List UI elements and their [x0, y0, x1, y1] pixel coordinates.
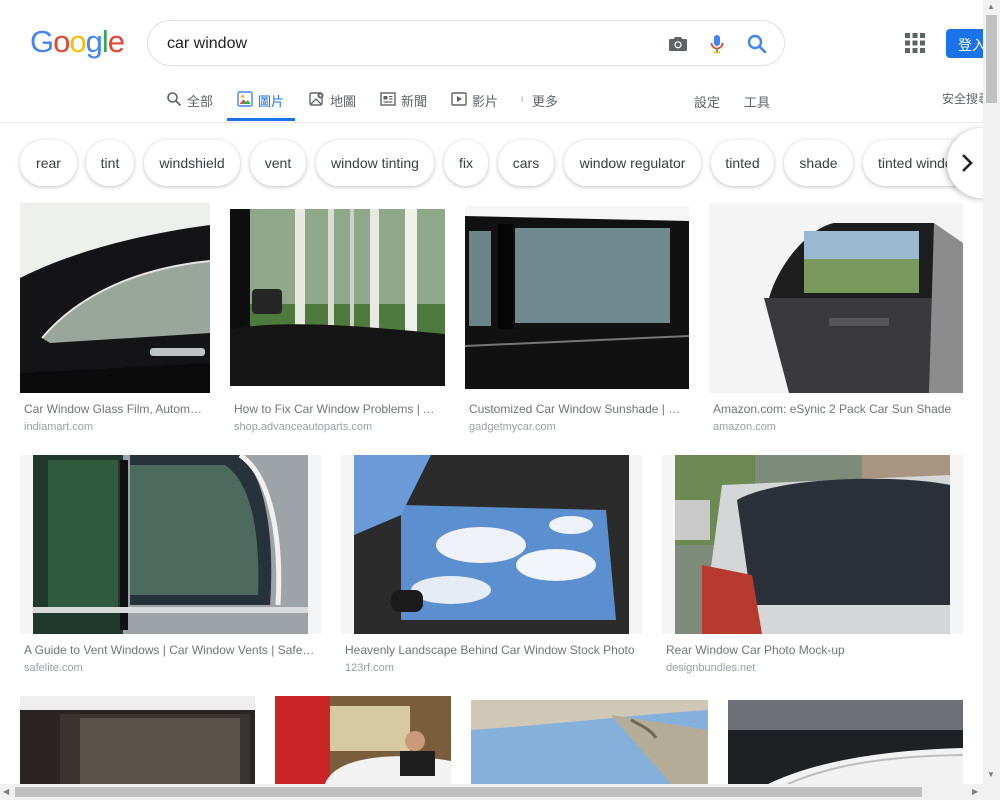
result-title[interactable]: How to Fix Car Window Problems | Advance… [234, 402, 439, 416]
chip-cars[interactable]: cars [498, 140, 554, 186]
logo-letter: o [69, 24, 86, 59]
chip-window-tinting[interactable]: window tinting [316, 140, 434, 186]
result-domain: designbundles.net [666, 662, 756, 674]
google-apps-icon[interactable] [904, 32, 926, 54]
result-thumbnail[interactable] [230, 209, 445, 386]
tab-maps[interactable]: 地圖 [309, 90, 356, 120]
result-thumbnail[interactable] [662, 455, 963, 634]
logo-letter: G [30, 24, 54, 59]
image-result[interactable]: A Guide to Vent Windows | Car Window Ven… [20, 455, 321, 677]
chip-windshield[interactable]: windshield [144, 140, 240, 186]
search-box [147, 20, 785, 66]
result-title[interactable]: Car Window Glass Film, Automotive Window… [24, 402, 204, 416]
image-result[interactable]: Customized Car Window Sunshade | GadgetM… [465, 203, 689, 435]
search-icon [167, 92, 182, 107]
tab-label: 圖片 [258, 94, 285, 109]
scroll-up-arrow-icon[interactable]: ▲ [987, 2, 995, 11]
chip-tint[interactable]: tint [86, 140, 134, 186]
result-domain: indiamart.com [24, 421, 94, 433]
search-icon[interactable] [745, 32, 769, 56]
car-sunshade-image [465, 206, 689, 389]
chip-shade[interactable]: shade [784, 140, 853, 186]
car-door-shade-image [709, 203, 963, 393]
result-domain: 123rf.com [345, 662, 394, 674]
logo-letter: o [53, 24, 70, 59]
result-title[interactable]: Amazon.com: eSynic 2 Pack Car Sun Shade [713, 402, 959, 416]
scroll-down-arrow-icon[interactable]: ▼ [987, 770, 995, 779]
logo-text: Google [30, 24, 125, 60]
horizontal-scroll-thumb[interactable] [15, 787, 922, 797]
sky-window-image [341, 455, 642, 634]
result-title[interactable]: Rear Window Car Photo Mock-up [666, 643, 958, 657]
car-roof-image [728, 700, 963, 784]
chip-window-regulator[interactable]: window regulator [564, 140, 701, 186]
result-title[interactable]: Heavenly Landscape Behind Car Window Sto… [345, 643, 637, 657]
result-thumbnail[interactable] [709, 203, 963, 393]
result-thumbnail[interactable] [20, 455, 321, 634]
logo-letter: e [107, 24, 125, 59]
chip-vent[interactable]: vent [250, 140, 306, 186]
vertical-scroll-thumb[interactable] [986, 15, 997, 103]
tab-label: 更多 [532, 94, 559, 109]
tab-more[interactable]: 更多 [521, 90, 558, 120]
tab-label: 地圖 [330, 94, 357, 109]
chip-fix[interactable]: fix [444, 140, 488, 186]
google-logo[interactable]: Google [30, 24, 125, 60]
logo-letter: g [85, 24, 103, 59]
vertical-scrollbar[interactable]: ▲ ▼ [983, 0, 1000, 784]
result-thumbnail[interactable] [275, 696, 451, 784]
car-window-image [20, 203, 210, 393]
car-window-image [20, 696, 255, 784]
result-thumbnail[interactable] [465, 206, 689, 389]
result-domain: gadgetmycar.com [469, 421, 556, 433]
search-input[interactable] [167, 33, 647, 55]
image-result[interactable]: Heavenly Landscape Behind Car Window Sto… [341, 455, 642, 677]
image-result[interactable]: Car Window Glass Film, Automotive Window… [20, 203, 210, 435]
image-result[interactable]: How to Fix Car Window Problems | Advance… [230, 203, 445, 435]
tab-label: 全部 [187, 94, 214, 109]
microphone-icon[interactable] [705, 32, 729, 56]
result-domain: shop.advanceautoparts.com [234, 421, 373, 433]
result-thumbnail[interactable] [728, 700, 963, 784]
newspaper-icon [380, 92, 396, 106]
result-domain: safelite.com [24, 662, 83, 674]
car-interior-sky-image [471, 700, 708, 784]
image-result[interactable]: Amazon.com: eSynic 2 Pack Car Sun Shade … [709, 203, 963, 435]
image-result[interactable]: Rear Window Car Photo Mock-up designbund… [662, 455, 963, 677]
tab-label: 新聞 [401, 94, 428, 109]
result-title[interactable]: Customized Car Window Sunshade | GadgetM… [469, 402, 684, 416]
tab-videos[interactable]: 影片 [451, 90, 498, 120]
scroll-left-arrow-icon[interactable]: ◀ [3, 787, 9, 796]
active-tab-indicator [227, 118, 295, 121]
horizontal-scrollbar[interactable]: ◀ ▶ [0, 784, 1000, 800]
map-icon [309, 92, 324, 106]
result-thumbnail[interactable] [341, 455, 642, 634]
chip-tinted[interactable]: tinted [711, 140, 774, 186]
tab-news[interactable]: 新聞 [380, 90, 427, 120]
chip-rear[interactable]: rear [20, 140, 77, 186]
result-thumbnail[interactable] [20, 203, 210, 393]
tab-label: 影片 [472, 94, 499, 109]
result-thumbnail[interactable] [20, 696, 255, 784]
tab-all[interactable]: 全部 [166, 90, 213, 120]
google-images-page: Google 登入 全部 [0, 0, 1000, 800]
result-title[interactable]: A Guide to Vent Windows | Car Window Ven… [24, 643, 316, 657]
settings-link[interactable]: 設定 [694, 92, 720, 111]
header-divider [0, 122, 1000, 123]
birch-forest-window-image [230, 209, 445, 386]
scroll-right-arrow-icon[interactable]: ▶ [972, 787, 978, 796]
rear-window-mockup-image [662, 455, 963, 634]
camera-icon[interactable] [666, 32, 690, 56]
chevron-right-icon [962, 154, 973, 172]
tab-images[interactable]: 圖片 [237, 90, 284, 120]
man-in-car-image [275, 696, 451, 784]
image-icon [237, 91, 253, 107]
vent-window-image [20, 455, 321, 634]
play-icon [451, 92, 467, 106]
tools-link[interactable]: 工具 [744, 92, 770, 111]
result-thumbnail[interactable] [471, 700, 708, 784]
more-vert-icon [521, 96, 523, 102]
result-domain: amazon.com [713, 421, 776, 433]
